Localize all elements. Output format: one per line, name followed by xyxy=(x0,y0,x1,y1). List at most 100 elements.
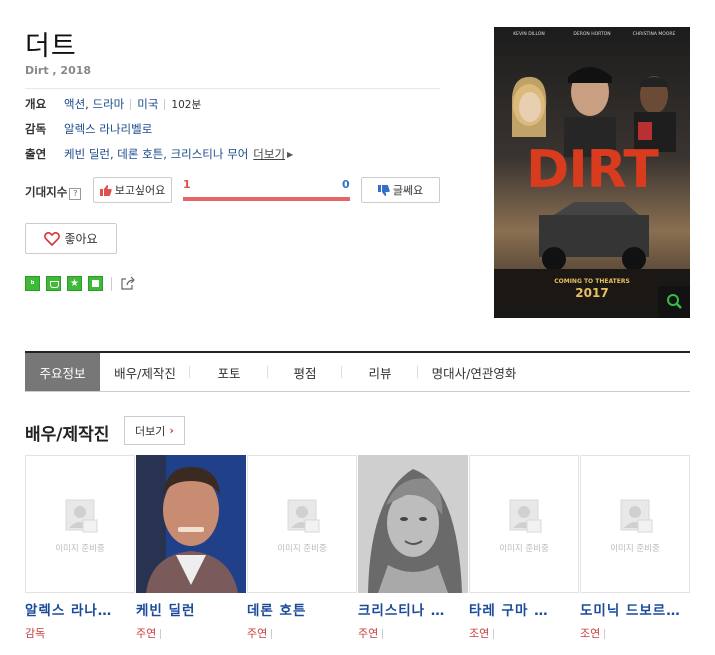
separator xyxy=(382,629,384,639)
cast-card[interactable]: 이미지 준비중 타레 구마 … 조연 xyxy=(469,455,580,641)
tab-label: 평점 xyxy=(293,365,317,381)
cast-name[interactable]: 데론 호튼 xyxy=(247,599,358,619)
cast-name[interactable]: 알렉스 라나… xyxy=(25,599,136,619)
actor-photo-man xyxy=(136,455,246,593)
cast-photo-placeholder: 이미지 준비중 xyxy=(469,455,579,593)
separator xyxy=(160,629,162,639)
placeholder-text: 이미지 준비중 xyxy=(610,544,660,554)
want-to-see-button[interactable]: 보고싶어요 xyxy=(93,177,172,203)
cast-role-text: 조연 xyxy=(580,627,601,640)
cast-role-text: 주연 xyxy=(358,627,379,640)
dislike-label: 글쎄요 xyxy=(392,184,424,197)
tab-label: 주요정보 xyxy=(39,365,86,381)
tab-cast[interactable]: 배우/제작진 xyxy=(100,353,190,391)
like-button[interactable]: 좋아요 xyxy=(25,223,117,254)
image-placeholder-icon xyxy=(620,499,653,533)
tab-label: 포토 xyxy=(217,365,241,381)
cast-list: 이미지 준비중 알렉스 라나… 감독 케빈 딜런 주연 이미지 준비중 데론 호… xyxy=(25,455,691,641)
cast-photo-placeholder: 이미지 준비중 xyxy=(247,455,357,593)
cast-more-link[interactable]: 더보기 xyxy=(253,146,285,162)
cast-role: 감독 xyxy=(25,625,136,641)
blog-icon[interactable]: b xyxy=(25,276,40,291)
cast-role: 조연 xyxy=(469,625,580,641)
cast-name[interactable]: 크리스티나 … xyxy=(358,599,469,619)
cast-card[interactable]: 이미지 준비중 데론 호튼 주연 xyxy=(247,455,358,641)
expect-gauge-bar xyxy=(183,197,350,201)
separator xyxy=(111,276,112,291)
poster-actor-2: DERON HORTON xyxy=(573,31,610,37)
poster-actor-3: CHRISTINA MOORE xyxy=(633,31,676,37)
cast-role: 주연 xyxy=(136,625,247,641)
cast-links[interactable]: 케빈 딜런, 데론 호튼, 크리스티나 무어 xyxy=(64,146,248,162)
genre-link-drama[interactable]: 드라마 xyxy=(92,96,124,112)
placeholder-text: 이미지 준비중 xyxy=(277,544,327,554)
cast-photo-placeholder: 이미지 준비중 xyxy=(25,455,135,593)
movie-title: 더트 xyxy=(25,31,77,62)
poster-actor-1: KEVIN DILLON xyxy=(513,31,545,37)
movie-subtitle: Dirt , 2018 xyxy=(25,64,92,77)
memo-icon[interactable] xyxy=(88,276,103,291)
tab-rating[interactable]: 평점 xyxy=(268,353,342,391)
help-icon[interactable]: ? xyxy=(69,188,82,200)
country-link[interactable]: 미국 xyxy=(137,96,158,112)
like-label: 좋아요 xyxy=(64,232,98,246)
tab-main-info[interactable]: 주요정보 xyxy=(25,353,100,391)
tab-bar: 주요정보 배우/제작진 포토 평점 리뷰 명대사/연관영화 xyxy=(25,351,690,392)
section-more-button[interactable]: 더보기 › xyxy=(124,416,185,445)
cast-name[interactable]: 도미닉 드보르… xyxy=(580,599,691,619)
tab-label: 리뷰 xyxy=(368,365,392,381)
image-placeholder-icon xyxy=(509,499,542,533)
want-label: 보고싶어요 xyxy=(114,184,166,197)
separator xyxy=(271,629,273,639)
cast-role: 주연 xyxy=(247,625,358,641)
poster-tagline: COMING TO THEATERS xyxy=(554,278,630,285)
tab-quotes[interactable]: 명대사/연관영화 xyxy=(418,353,530,391)
tab-label: 명대사/연관영화 xyxy=(431,365,517,381)
cast-photo xyxy=(358,455,468,593)
share-icon[interactable] xyxy=(120,276,136,291)
cast-card[interactable]: 이미지 준비중 알렉스 라나… 감독 xyxy=(25,455,136,641)
chevron-right-icon: › xyxy=(169,424,174,437)
director-label: 감독 xyxy=(25,122,47,136)
cast-name[interactable]: 케빈 딜런 xyxy=(136,599,247,619)
cast-name[interactable]: 타레 구마 … xyxy=(469,599,580,619)
cast-card[interactable]: 크리스티나 … 주연 xyxy=(358,455,469,641)
section-more-label: 더보기 xyxy=(135,424,166,438)
tab-photo[interactable]: 포토 xyxy=(190,353,268,391)
expect-label: 기대지수? xyxy=(25,184,82,200)
director-link[interactable]: 알렉스 라나리벨로 xyxy=(64,121,152,137)
poster-image: DIRT COMING TO THEATERS 2017 KEVIN DILLO… xyxy=(494,27,690,318)
cast-card[interactable]: 케빈 딜런 주연 xyxy=(136,455,247,641)
cast-role-text: 조연 xyxy=(469,627,490,640)
cafe-icon[interactable] xyxy=(46,276,61,291)
poster-year: 2017 xyxy=(575,286,608,300)
genre-link-action[interactable]: 액션 xyxy=(64,96,85,112)
image-placeholder-icon xyxy=(65,499,98,533)
cast-card[interactable]: 이미지 준비중 도미닉 드보르… 조연 xyxy=(580,455,691,641)
separator xyxy=(130,98,132,110)
dislike-button[interactable]: 글쎄요 xyxy=(361,177,440,203)
separator xyxy=(604,629,606,639)
poster-logo-text: DIRT xyxy=(526,140,659,200)
cast-role-text: 주연 xyxy=(247,627,268,640)
cast-photo-placeholder: 이미지 준비중 xyxy=(580,455,690,593)
chevron-right-icon: ▶ xyxy=(287,149,294,159)
info-cast: 출연 케빈 딜런, 데론 호튼, 크리스티나 무어 더보기 ▶ xyxy=(25,146,293,162)
info-director: 감독 알렉스 라나리벨로 xyxy=(25,121,152,137)
overview-label: 개요 xyxy=(25,97,47,111)
placeholder-text: 이미지 준비중 xyxy=(55,544,105,554)
tab-review[interactable]: 리뷰 xyxy=(342,353,418,391)
section-title: 배우/제작진 xyxy=(25,425,110,445)
info-overview: 개요 액션, 드라마 미국 102분 xyxy=(25,96,202,112)
separator xyxy=(164,98,166,110)
bookmark-star-icon[interactable]: ★ xyxy=(67,276,82,291)
want-count: 1 xyxy=(183,178,191,191)
share-icons: b ★ xyxy=(25,276,136,291)
movie-poster[interactable]: DIRT COMING TO THEATERS 2017 KEVIN DILLO… xyxy=(494,27,690,318)
placeholder-text: 이미지 준비중 xyxy=(499,544,549,554)
cast-role: 조연 xyxy=(580,625,691,641)
dislike-count: 0 xyxy=(342,178,350,191)
thumbs-up-icon xyxy=(99,184,112,196)
cast-role-text: 주연 xyxy=(136,627,157,640)
cast-photo xyxy=(136,455,246,593)
